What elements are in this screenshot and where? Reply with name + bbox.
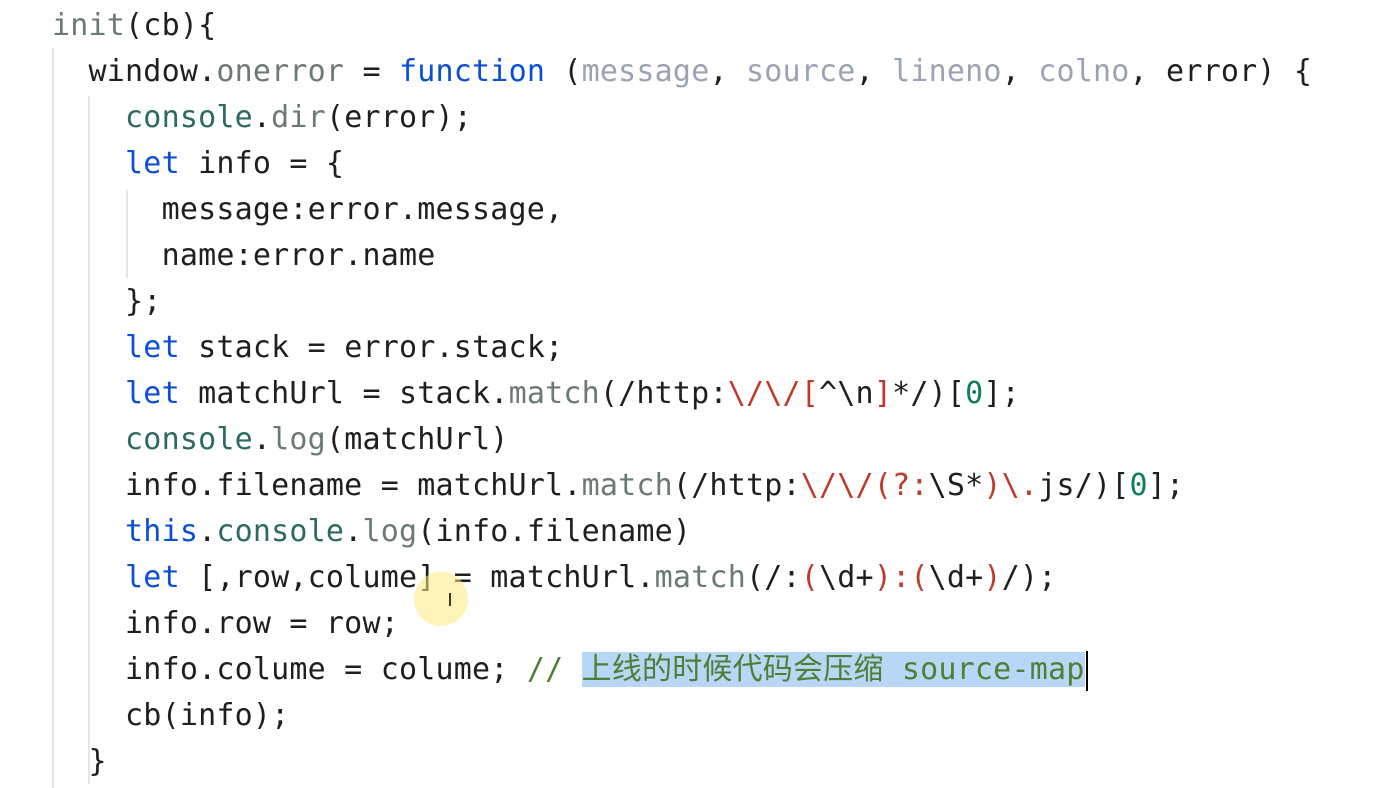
code-token: message:error.message, bbox=[52, 192, 564, 227]
code-token: dir bbox=[271, 100, 326, 135]
code-token: console bbox=[52, 422, 253, 457]
code-token: )\. bbox=[983, 468, 1039, 503]
code-token: . bbox=[198, 514, 217, 549]
code-token: let bbox=[125, 330, 180, 365]
code-line[interactable]: cb(info); bbox=[52, 694, 289, 738]
code-line[interactable]: init(cb){ bbox=[52, 4, 216, 48]
code-line[interactable]: this.console.log(info.filename) bbox=[52, 510, 691, 554]
code-token: ^\n bbox=[819, 376, 874, 411]
code-line[interactable]: console.dir(error); bbox=[52, 96, 472, 140]
code-token: lineno bbox=[892, 54, 1002, 89]
code-token: , bbox=[709, 54, 746, 89]
code-token: }; bbox=[52, 284, 162, 319]
code-line[interactable]: } bbox=[52, 740, 107, 784]
code-token: info = { bbox=[179, 146, 345, 181]
code-token: message bbox=[581, 54, 710, 89]
code-editor[interactable]: init(cb){ window.onerror = function (mes… bbox=[0, 0, 1398, 788]
code-token: , bbox=[1001, 54, 1039, 89]
code-token: (error); bbox=[325, 100, 473, 135]
text-cursor-icon: I bbox=[447, 590, 453, 611]
code-token: this bbox=[125, 514, 199, 549]
code-token: \d+ bbox=[928, 560, 984, 595]
code-line[interactable]: let info = { bbox=[52, 142, 344, 186]
code-token: match bbox=[654, 560, 746, 595]
code-line[interactable]: let stack = error.stack; bbox=[52, 326, 563, 370]
code-token: window bbox=[52, 54, 199, 89]
code-token: info.colume = colume; bbox=[52, 652, 527, 687]
code-line[interactable]: message:error.message, bbox=[52, 188, 564, 232]
code-token: // bbox=[526, 652, 582, 687]
code-token: . bbox=[344, 514, 363, 549]
code-token: let bbox=[125, 146, 180, 181]
code-token: ( bbox=[545, 54, 582, 89]
code-token: 0 bbox=[965, 376, 984, 411]
code-token: /); bbox=[1001, 560, 1057, 595]
code-line[interactable]: }; bbox=[52, 280, 162, 324]
code-token: ]; bbox=[1147, 468, 1185, 503]
code-token: let bbox=[125, 376, 180, 411]
code-line[interactable]: name:error.name bbox=[52, 234, 436, 278]
code-token: console bbox=[52, 100, 253, 135]
code-line[interactable]: let [,row,colume] = matchUrl.match(/:(\d… bbox=[52, 556, 1056, 600]
code-token: stack = error.stack; bbox=[179, 330, 564, 365]
code-token: , error) { bbox=[1129, 54, 1313, 89]
code-token: \/\/(?: bbox=[800, 468, 929, 503]
code-token: (/http: bbox=[599, 376, 728, 411]
code-token: onerror bbox=[216, 54, 345, 89]
code-token: colno bbox=[1038, 54, 1130, 89]
code-line[interactable]: window.onerror = function (message, sour… bbox=[52, 50, 1312, 94]
code-token: = bbox=[344, 54, 399, 89]
code-token: matchUrl = stack. bbox=[179, 376, 509, 411]
code-token: , bbox=[855, 54, 893, 89]
code-token: js/)[ bbox=[1038, 468, 1130, 503]
code-token: ]; bbox=[983, 376, 1020, 411]
code-token: (info.filename) bbox=[417, 514, 692, 549]
code-token: */)[ bbox=[892, 376, 966, 411]
code-token: ) bbox=[983, 560, 1002, 595]
code-token: log bbox=[271, 422, 326, 457]
code-line[interactable]: console.log(matchUrl) bbox=[52, 418, 509, 462]
code-token: name:error.name bbox=[52, 238, 436, 273]
code-token: \/\/[ bbox=[727, 376, 820, 411]
code-token: (cb){ bbox=[125, 8, 217, 43]
code-token: info.row = row; bbox=[52, 606, 399, 641]
code-token: . bbox=[252, 422, 272, 457]
code-token: ):( bbox=[873, 560, 929, 595]
code-token: ] bbox=[873, 376, 893, 411]
code-token: console bbox=[216, 514, 345, 549]
code-line[interactable]: let matchUrl = stack.match(/http:\/\/[^\… bbox=[52, 372, 1020, 416]
code-token: \d+ bbox=[819, 560, 874, 595]
text-caret bbox=[1085, 650, 1088, 691]
code-token: } bbox=[52, 744, 107, 779]
code-token: match bbox=[581, 468, 673, 503]
code-line[interactable]: info.colume = colume; // 上线的时候代码会压缩 sour… bbox=[52, 648, 1088, 692]
code-line[interactable]: info.filename = matchUrl.match(/http:\/\… bbox=[52, 464, 1184, 508]
code-token: function bbox=[399, 54, 546, 89]
code-token: . bbox=[198, 54, 217, 89]
code-token: . bbox=[252, 100, 272, 135]
code-token: init bbox=[52, 8, 126, 43]
code-token: match bbox=[508, 376, 600, 411]
code-line[interactable]: info.row = row; bbox=[52, 602, 399, 646]
code-token: 0 bbox=[1129, 468, 1148, 503]
code-token: ( bbox=[800, 560, 820, 595]
code-token: (matchUrl) bbox=[325, 422, 509, 457]
code-token: (/: bbox=[745, 560, 801, 595]
code-token: (/http: bbox=[672, 468, 801, 503]
code-token: \S* bbox=[928, 468, 984, 503]
code-token: source bbox=[746, 54, 856, 89]
code-token: log bbox=[362, 514, 418, 549]
code-token: cb(info); bbox=[52, 698, 290, 733]
selected-text: 上线的时候代码会压缩 source-map bbox=[581, 652, 1085, 687]
code-token: let bbox=[125, 560, 180, 595]
code-token: info.filename = matchUrl. bbox=[52, 468, 582, 503]
